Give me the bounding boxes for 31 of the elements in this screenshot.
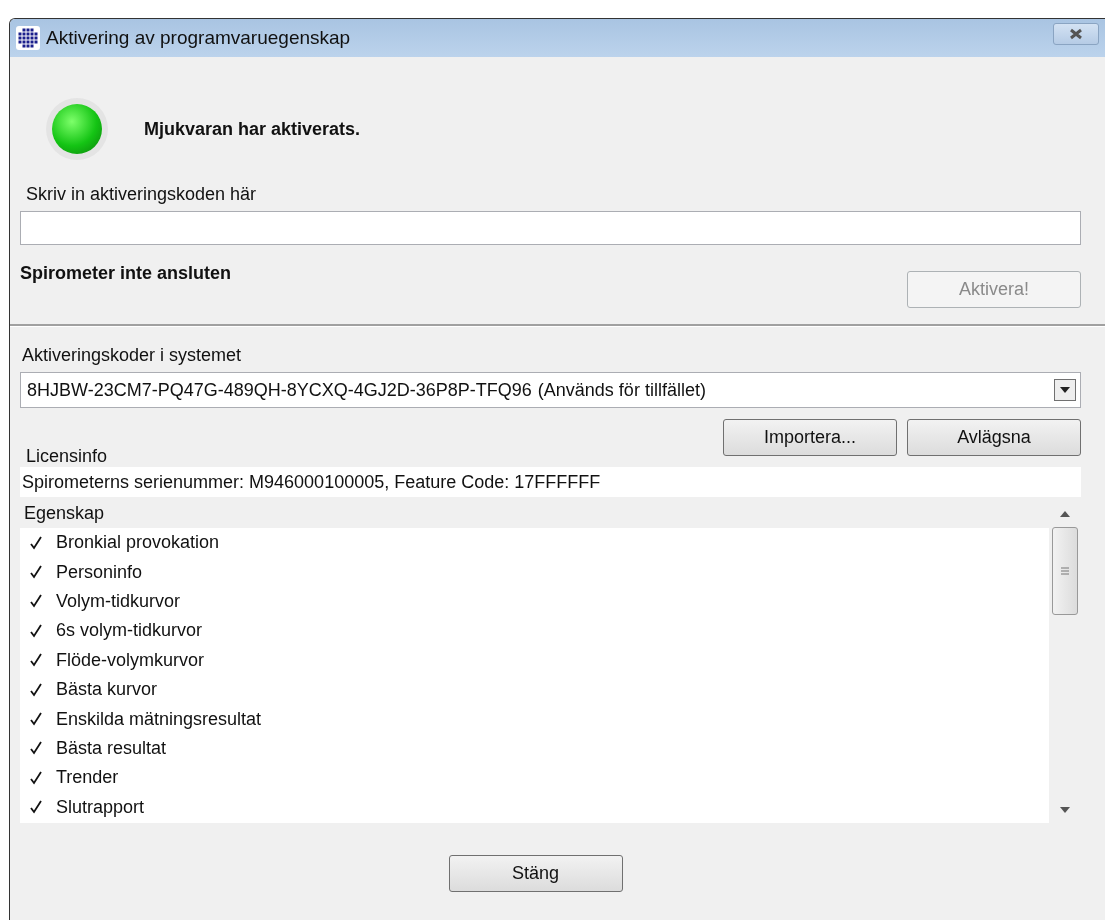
connection-status: Spirometer inte ansluten [20,263,232,284]
codes-label: Aktiveringskoder i systemet [22,345,243,366]
feature-name: Slutrapport [56,796,145,818]
scroll-up-icon[interactable] [1060,511,1070,517]
feature-name: 6s volym-tidkurvor [56,620,203,642]
activation-codes-dropdown[interactable]: 8HJBW-23CM7-PQ47G-489QH-8YCXQ-4GJ2D-36P8P-TFQ96 (Används för tillfället) [20,372,1081,408]
grip-icon [1061,567,1069,575]
feature-name: Bronkial provokation [56,532,220,554]
feature-name: Trender [56,767,119,789]
window-close-button[interactable] [1053,23,1099,45]
activation-code-field[interactable] [20,211,1081,245]
feature-name: Flöde-volymkurvor [56,649,205,671]
license-label: Licensinfo [26,446,109,467]
license-info: Spirometerns serienummer: M946000100005, Feature Code: 17FFFFFF [20,467,1081,497]
window-title: Aktivering av programvaruegenskap [46,27,351,49]
close-icon [1068,28,1084,40]
status-message: Mjukvaran har aktiverats. [144,118,361,140]
feature-name: Volym-tidkurvor [56,590,181,612]
feature-name: Bästa kurvor [56,679,158,701]
remove-button[interactable]: Avlägsna [907,419,1081,456]
scroll-down-icon[interactable] [1060,807,1070,813]
import-button[interactable]: Importera... [723,419,897,456]
feature-name: Enskilda mätningsresultat [56,708,262,730]
column-header[interactable]: Egenskap [20,499,1049,528]
feature-name: Personinfo [56,561,143,583]
field-label: Skriv in aktiveringskoden här [26,184,258,205]
feature-name: Bästa resultat [56,737,167,759]
activation-code: 8HJBW-23CM7-PQ47G-489QH-8YCXQ-4GJ2D-36P8P-TFQ96 [27,379,532,401]
close-button[interactable]: Stäng [448,855,623,892]
code-note: (Används för tillfället) [537,379,706,401]
app-logo-icon [16,26,40,50]
